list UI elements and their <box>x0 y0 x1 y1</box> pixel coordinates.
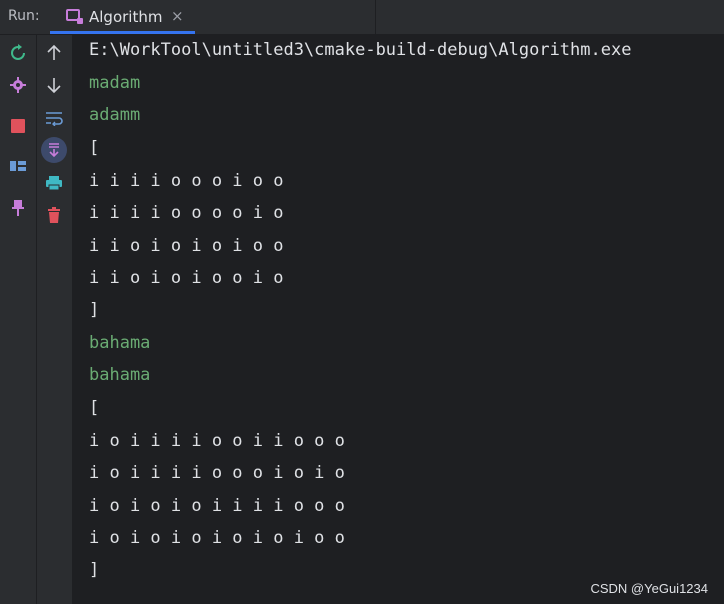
console-line: i i o i o i o i o o <box>89 236 284 256</box>
console-line: adamm <box>89 105 141 125</box>
up-button[interactable] <box>42 41 66 65</box>
gear-icon <box>10 77 26 93</box>
soft-wrap-button[interactable] <box>42 106 66 130</box>
pin-icon <box>12 200 24 216</box>
run-tab-bar: Run: Algorithm × <box>0 0 724 35</box>
watermark: CSDN @YeGui1234 <box>590 581 708 596</box>
rerun-icon <box>11 44 25 60</box>
console-line: E:\WorkTool\untitled3\cmake-build-debug\… <box>89 40 632 60</box>
print-icon <box>46 176 62 191</box>
tab-active-indicator <box>50 31 195 34</box>
tab-title: Algorithm <box>89 8 163 26</box>
print-button[interactable] <box>42 171 66 195</box>
console-line: i o i o i o i i i i o o o <box>89 496 345 516</box>
console-line: madam <box>89 73 141 93</box>
run-tool-window: Run: Algorithm × E:\WorkTool\untitled3\c… <box>0 0 724 604</box>
layout-button[interactable] <box>6 154 30 178</box>
console-output[interactable]: E:\WorkTool\untitled3\cmake-build-debug\… <box>73 35 724 604</box>
arrow-up-icon <box>47 44 61 60</box>
stop-icon <box>11 119 25 133</box>
run-actions-toolbar <box>0 35 37 604</box>
console-line: [ <box>89 398 100 418</box>
arrow-down-icon <box>47 78 61 94</box>
scroll-to-end-icon <box>49 143 59 158</box>
pin-tab-button[interactable] <box>6 196 30 220</box>
stop-button[interactable] <box>6 114 30 138</box>
run-config-icon <box>66 9 83 24</box>
console-line: ] <box>89 560 100 580</box>
scroll-to-end-button[interactable] <box>41 137 67 163</box>
console-line: [ <box>89 138 100 158</box>
console-line: i o i o i o i o i o i o o <box>89 528 345 548</box>
settings-button[interactable] <box>6 73 30 97</box>
tab-separator <box>375 0 376 34</box>
console-actions-toolbar <box>37 35 73 604</box>
console-line: ] <box>89 300 100 320</box>
console-line: i i o i o i o o i o <box>89 268 284 288</box>
down-button[interactable] <box>42 73 66 97</box>
console-line: i o i i i i o o i i o o o <box>89 431 345 451</box>
console-line: i i i i o o o i o o <box>89 171 284 191</box>
console-line: i o i i i i o o o i o i o <box>89 463 345 483</box>
soft-wrap-icon <box>46 112 63 126</box>
clear-all-button[interactable] <box>42 203 66 227</box>
console-line: i i i i o o o o i o <box>89 203 284 223</box>
tab-close-button[interactable]: × <box>171 7 184 25</box>
layout-icon <box>10 161 26 171</box>
rerun-button[interactable] <box>6 41 30 65</box>
run-label: Run: <box>8 8 40 24</box>
console-line: bahama <box>89 365 151 385</box>
console-line: bahama <box>89 333 151 353</box>
trash-icon <box>48 207 60 223</box>
